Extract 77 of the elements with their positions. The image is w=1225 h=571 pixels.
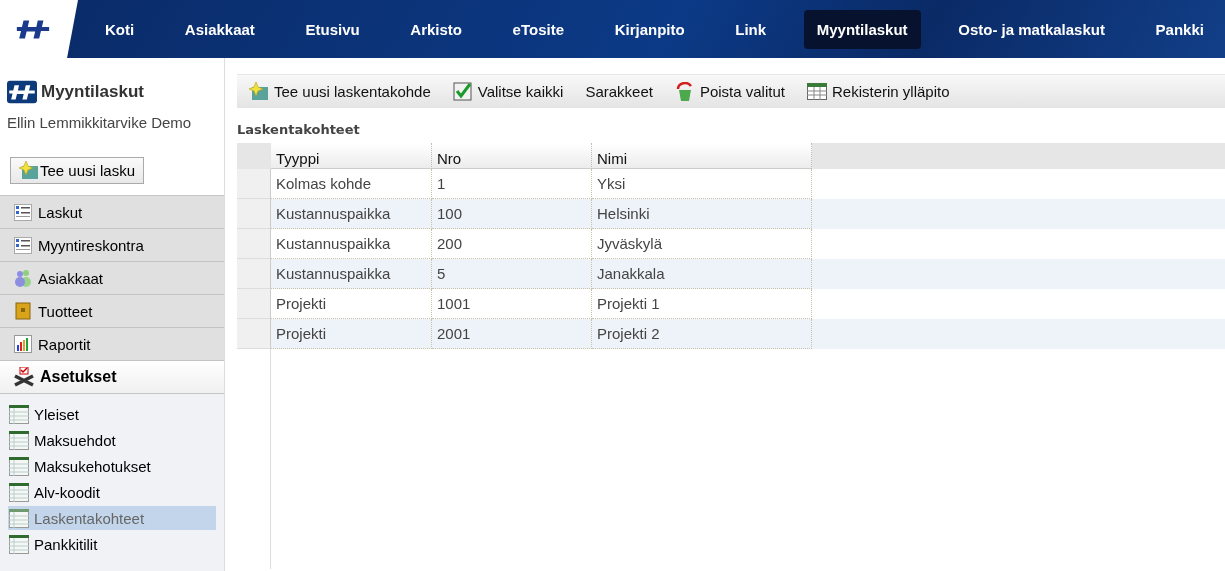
sidebar-item[interactable]: Pankkitilit — [8, 532, 216, 556]
table-cell: Jyväskylä — [592, 229, 812, 259]
sheet-icon — [9, 404, 29, 424]
table-cell: Projekti — [271, 319, 432, 349]
table-cell: Kustannuspaikka — [271, 199, 432, 229]
sheet-icon — [9, 456, 29, 476]
table-cell: Kustannuspaikka — [271, 229, 432, 259]
toolbar-button[interactable]: Poista valitut — [674, 81, 785, 102]
list-icon — [14, 236, 32, 254]
sidebar-section[interactable]: Myyntireskontra — [0, 228, 224, 261]
toolbar-button[interactable]: Rekisterin ylläpito — [806, 83, 950, 100]
trash-icon — [674, 81, 695, 102]
new-item-icon — [249, 82, 269, 101]
table-cell: 200 — [432, 229, 592, 259]
row-selector[interactable] — [237, 199, 271, 229]
row-selector[interactable] — [237, 169, 271, 199]
people-icon — [14, 269, 32, 287]
header-corner — [237, 143, 271, 169]
sidebar-item[interactable]: Laskentakohteet — [8, 506, 216, 530]
sheet-icon — [9, 482, 29, 502]
list-icon — [14, 203, 32, 221]
table-icon — [806, 83, 827, 100]
sidebar-title: Myyntilaskut — [41, 82, 144, 102]
sidebar-item[interactable]: Maksuehdot — [8, 428, 216, 452]
bar-chart-icon — [14, 335, 32, 353]
sidebar-section[interactable]: Asetukset — [0, 360, 224, 393]
nav-tab[interactable]: Osto- ja matkalaskut — [945, 9, 1118, 49]
sidebar-section[interactable]: Laskut — [0, 195, 224, 228]
table-cell: Yksi — [592, 169, 812, 199]
logo — [7, 78, 37, 106]
checkbox-icon — [452, 81, 473, 102]
nav-tab[interactable]: Etusivu — [292, 9, 373, 49]
column-header[interactable]: Nro — [432, 143, 592, 169]
sheet-icon — [9, 534, 29, 554]
sidebar-item[interactable]: Maksukehotukset — [8, 454, 216, 478]
table-cell: Projekti — [271, 289, 432, 319]
sheet-icon — [9, 430, 29, 450]
nav-tab[interactable]: Asiakkaat — [171, 9, 268, 49]
table-cell: Janakkala — [592, 259, 812, 289]
row-selector[interactable] — [237, 259, 271, 289]
sheet-icon — [9, 508, 29, 528]
table-cell: 1001 — [432, 289, 592, 319]
sidebar-item[interactable]: Yleiset — [8, 402, 216, 426]
table-cell: Projekti 1 — [592, 289, 812, 319]
company-name: Ellin Lemmikkitarvike Demo — [6, 113, 193, 131]
column-header[interactable]: Tyyppi — [271, 143, 432, 169]
row-selector[interactable] — [237, 229, 271, 259]
new-invoice-button[interactable]: Tee uusi lasku — [10, 157, 145, 184]
table-cell: 1 — [432, 169, 592, 199]
tools-icon — [14, 367, 34, 387]
table-cell: Kustannuspaikka — [271, 259, 432, 289]
nav-tab[interactable]: Arkisto — [397, 9, 475, 49]
table-title: Laskentakohteet — [237, 121, 361, 139]
toolbar-button[interactable]: Tee uusi laskentakohde — [249, 82, 431, 101]
table-cell: Kolmas kohde — [271, 169, 432, 199]
table-cell: 100 — [432, 199, 592, 229]
nav-tab[interactable]: Link — [722, 9, 780, 49]
nav-tab[interactable]: Myyntilaskut — [803, 9, 921, 49]
nav-tab[interactable]: Koti — [92, 9, 148, 49]
row-selector[interactable] — [237, 289, 271, 319]
new-item-icon — [19, 161, 39, 180]
nav-tab[interactable]: Pankki — [1142, 9, 1217, 49]
column-header[interactable]: Nimi — [592, 143, 812, 169]
box-icon — [14, 302, 32, 320]
sidebar-section[interactable]: Asiakkaat — [0, 261, 224, 294]
sidebar-section[interactable]: Raportit — [0, 327, 224, 360]
row-selector[interactable] — [237, 319, 271, 349]
sidebar-section[interactable]: Tuotteet — [0, 294, 224, 327]
table-cell: Projekti 2 — [592, 319, 812, 349]
sidebar-item[interactable]: Alv-koodit — [8, 480, 216, 504]
nav-tab[interactable]: eTosite — [499, 9, 577, 49]
toolbar-button[interactable]: Valitse kaikki — [452, 81, 564, 102]
toolbar-button[interactable]: Sarakkeet — [585, 83, 653, 100]
table-cell: 5 — [432, 259, 592, 289]
nav-tab[interactable]: Kirjanpito — [601, 9, 698, 49]
table-cell: 2001 — [432, 319, 592, 349]
table-cell: Helsinki — [592, 199, 812, 229]
